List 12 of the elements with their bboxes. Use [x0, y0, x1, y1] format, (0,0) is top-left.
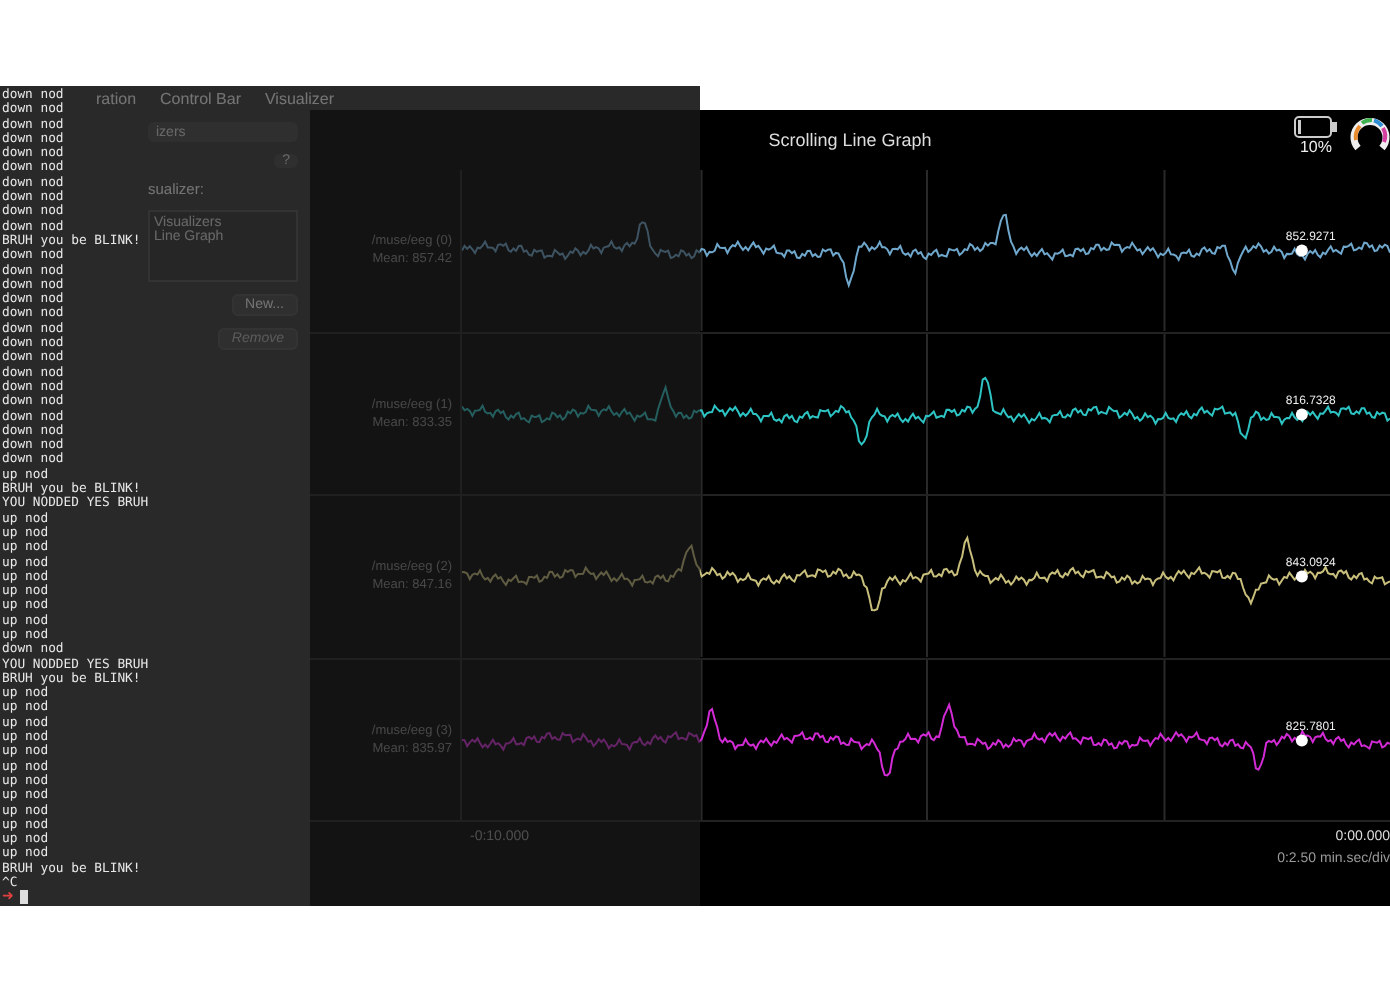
headband-logo-icon — [1350, 116, 1390, 156]
graph-title: Scrolling Line Graph — [768, 130, 932, 150]
menu-item[interactable]: ration — [96, 89, 137, 107]
cursor-dot — [1295, 407, 1308, 420]
cursor-dot — [1295, 570, 1308, 583]
menu-item[interactable]: Visualizer — [264, 89, 335, 107]
text-cursor — [20, 890, 28, 905]
battery-percent: 10% — [1299, 138, 1332, 156]
cursor-dot — [1295, 244, 1308, 257]
cursor-dot — [1295, 733, 1308, 746]
battery-icon — [1294, 116, 1338, 138]
menu-item[interactable]: Control Bar — [160, 89, 241, 107]
